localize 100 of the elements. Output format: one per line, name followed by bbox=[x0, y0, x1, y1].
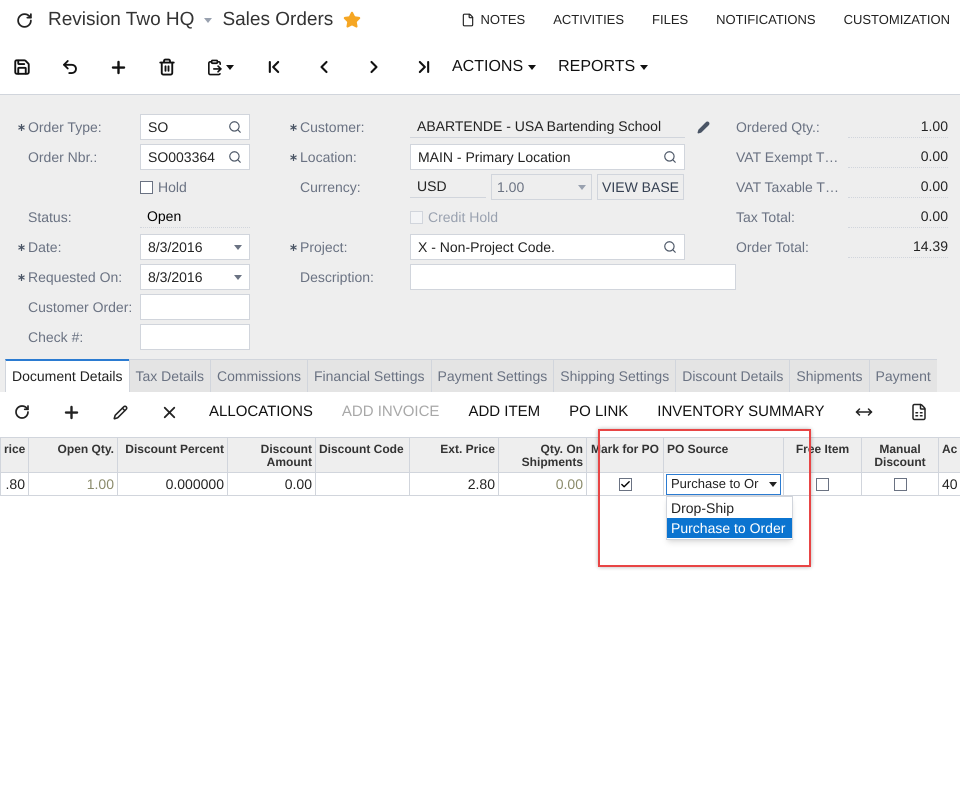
summary-value: 0.00 bbox=[848, 146, 948, 168]
caret-icon bbox=[234, 244, 242, 250]
required-icon bbox=[18, 244, 25, 250]
delete-icon[interactable] bbox=[158, 58, 176, 76]
favorite-star-icon[interactable] bbox=[343, 11, 362, 29]
column-header[interactable]: rice bbox=[0, 438, 28, 472]
header-link[interactable]: NOTES bbox=[461, 10, 526, 30]
view-base-button[interactable]: VIEW BASE bbox=[597, 174, 684, 200]
caret-icon bbox=[769, 482, 777, 486]
table-cell-text: 40 bbox=[941, 474, 959, 494]
search-icon[interactable] bbox=[663, 150, 677, 164]
caret-icon bbox=[528, 64, 536, 70]
rate-field[interactable]: 1.00 bbox=[491, 174, 592, 200]
required-icon bbox=[290, 244, 297, 250]
checkbox-label: Credit Hold bbox=[428, 208, 498, 226]
summary-label: Ordered Qty.: bbox=[736, 118, 821, 137]
field-label: Project: bbox=[300, 238, 348, 257]
field-label: Date: bbox=[28, 238, 62, 256]
edit-icon[interactable] bbox=[113, 404, 128, 420]
field-label: Order Nbr.: bbox=[28, 148, 98, 166]
checkbox[interactable] bbox=[894, 478, 906, 490]
table-cell-text: 1.00 bbox=[86, 474, 115, 494]
summary-label: VAT Taxable T… bbox=[736, 178, 840, 196]
lookup-field[interactable]: MAIN - Primary Location bbox=[410, 144, 685, 170]
lookup-field[interactable]: X - Non-Project Code. bbox=[410, 234, 685, 260]
grid-toolbar-button[interactable]: PO LINK bbox=[569, 400, 628, 424]
toolbar-menu[interactable]: ACTIONS bbox=[452, 55, 536, 79]
table-cell-text: 0.00 bbox=[284, 474, 313, 494]
dropdown-option[interactable]: Drop-Ship bbox=[667, 498, 792, 518]
field-label: Currency: bbox=[300, 178, 362, 197]
hold-checkbox[interactable] bbox=[140, 180, 153, 194]
header-link[interactable]: NOTIFICATIONS bbox=[716, 10, 816, 30]
checkbox[interactable] bbox=[816, 478, 829, 490]
column-header[interactable]: Open Qty. bbox=[28, 438, 118, 472]
column-header[interactable]: Discount Code bbox=[316, 438, 410, 472]
table-cell-text: 2.80 bbox=[466, 474, 496, 494]
page-title: Sales Orders bbox=[222, 8, 334, 32]
lookup-field[interactable]: SO bbox=[140, 114, 250, 140]
header-link[interactable]: CUSTOMIZATION bbox=[844, 10, 950, 30]
tab[interactable]: Shipments bbox=[789, 359, 869, 392]
field-label: Requested On: bbox=[28, 268, 124, 287]
column-header[interactable]: PO Source bbox=[664, 438, 784, 472]
required-icon bbox=[18, 274, 25, 280]
header-link[interactable]: ACTIVITIES bbox=[553, 10, 624, 30]
input-field[interactable] bbox=[140, 294, 250, 320]
description-field[interactable] bbox=[410, 264, 736, 290]
grid-toolbar-button[interactable]: ALLOCATIONS bbox=[209, 400, 313, 424]
note-icon bbox=[461, 13, 476, 27]
company-name[interactable]: Revision Two HQ bbox=[48, 6, 194, 34]
column-header[interactable]: Discount Percent bbox=[118, 438, 228, 472]
export-excel-icon[interactable] bbox=[910, 403, 928, 421]
refresh-icon[interactable] bbox=[14, 404, 30, 420]
summary-label: VAT Exempt T… bbox=[736, 148, 840, 167]
tab[interactable]: Commissions bbox=[210, 359, 307, 392]
refresh-icon[interactable] bbox=[16, 12, 33, 28]
tab[interactable]: Payment bbox=[868, 359, 937, 392]
search-icon[interactable] bbox=[663, 240, 677, 254]
field-label: Customer: bbox=[300, 118, 366, 136]
column-header[interactable]: Ac bbox=[938, 438, 960, 472]
undo-icon[interactable] bbox=[61, 58, 79, 76]
checkbox[interactable] bbox=[618, 478, 632, 490]
field-label: Order Type: bbox=[28, 118, 103, 137]
tab[interactable]: Shipping Settings bbox=[553, 359, 676, 392]
tab[interactable]: Tax Details bbox=[128, 359, 210, 392]
date-field[interactable]: 8/3/2016 bbox=[140, 264, 250, 290]
search-icon[interactable] bbox=[228, 120, 242, 134]
required-icon bbox=[290, 154, 297, 160]
grid-toolbar-button[interactable]: ADD ITEM bbox=[468, 400, 540, 424]
tab[interactable]: Discount Details bbox=[675, 359, 790, 392]
field-label: Check #: bbox=[28, 328, 84, 346]
paste-menu-icon[interactable] bbox=[206, 58, 234, 76]
po-source-select[interactable]: Purchase to Or bbox=[666, 474, 781, 494]
required-icon bbox=[290, 124, 297, 130]
header-link[interactable]: FILES bbox=[652, 10, 688, 30]
lookup-field[interactable]: SO003364 bbox=[140, 144, 250, 170]
summary-value: 14.39 bbox=[848, 236, 948, 258]
column-header[interactable]: Ext. Price bbox=[410, 438, 498, 472]
field-label: Description: bbox=[300, 268, 375, 287]
input-field[interactable] bbox=[140, 324, 250, 350]
date-field[interactable]: 8/3/2016 bbox=[140, 234, 250, 260]
table-cell-text: 0.000000 bbox=[164, 474, 225, 494]
customer-value: ABARTENDE - USA Bartending School bbox=[410, 116, 685, 138]
status-value: Open bbox=[140, 206, 250, 228]
column-header[interactable]: Qty. On Shipments bbox=[498, 438, 586, 472]
caret-icon bbox=[204, 18, 212, 22]
dropdown-option[interactable]: Purchase to Order bbox=[667, 518, 792, 538]
save-icon[interactable] bbox=[13, 58, 31, 76]
grid-toolbar-button[interactable]: INVENTORY SUMMARY bbox=[657, 400, 825, 424]
tab[interactable]: Financial Settings bbox=[306, 359, 430, 392]
column-header[interactable]: Manual Discount bbox=[862, 438, 938, 472]
tab[interactable]: Document Details bbox=[5, 359, 128, 392]
caret-icon bbox=[640, 64, 648, 70]
column-header[interactable]: Discount Amount bbox=[228, 438, 316, 472]
edit-icon[interactable] bbox=[697, 120, 710, 134]
required-icon bbox=[18, 124, 25, 130]
search-icon[interactable] bbox=[228, 150, 242, 164]
tab[interactable]: Payment Settings bbox=[430, 359, 554, 392]
toolbar-menu[interactable]: REPORTS bbox=[558, 55, 648, 79]
table-cell-text: 0.00 bbox=[554, 474, 584, 494]
field-label: Location: bbox=[300, 148, 358, 166]
